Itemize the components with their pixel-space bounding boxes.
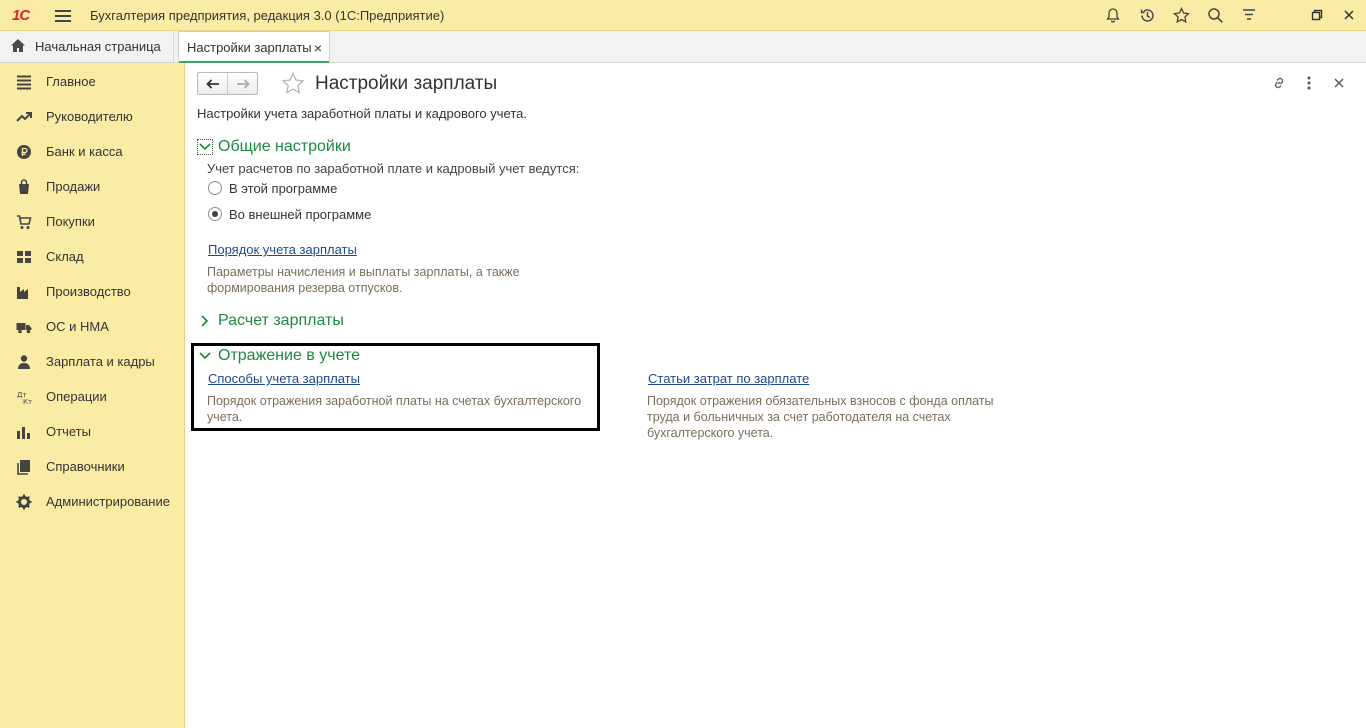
svg-text:Кт: Кт bbox=[23, 398, 32, 405]
tab-home[interactable]: Начальная страница bbox=[0, 31, 174, 62]
sidebar-item-sales[interactable]: Продажи bbox=[0, 169, 184, 204]
home-icon bbox=[10, 38, 26, 56]
accounting-mode-question: Учет расчетов по заработной плате и кадр… bbox=[207, 161, 580, 176]
sidebar-item-fixed-assets[interactable]: ОС и НМА bbox=[0, 309, 184, 344]
link-icon[interactable] bbox=[1270, 74, 1288, 92]
star-icon[interactable] bbox=[1171, 5, 1191, 25]
close-form-icon[interactable] bbox=[1330, 74, 1348, 92]
sidebar-item-label: ОС и НМА bbox=[46, 319, 109, 334]
sidebar-item-references[interactable]: Справочники bbox=[0, 449, 184, 484]
sidebar-item-main[interactable]: Главное bbox=[0, 64, 184, 99]
person-icon bbox=[16, 354, 32, 370]
desc-line: формирования резерва отпусков. bbox=[207, 281, 403, 295]
sidebar-item-administration[interactable]: Администрирование bbox=[0, 484, 184, 519]
bell-icon[interactable] bbox=[1103, 5, 1123, 25]
desc-line: Порядок отражения обязательных взносов с… bbox=[647, 394, 994, 408]
tab-active-label: Настройки зарплаты bbox=[187, 40, 312, 55]
cart-icon bbox=[16, 214, 32, 230]
radio-external-program-label[interactable]: Во внешней программе bbox=[229, 207, 371, 222]
app-logo: 1С bbox=[12, 7, 30, 24]
sidebar-item-label: Продажи bbox=[46, 179, 101, 194]
search-icon[interactable] bbox=[1205, 5, 1225, 25]
sidebar-item-label: Руководителю bbox=[46, 109, 133, 124]
more-actions-icon[interactable] bbox=[1300, 74, 1318, 92]
section-payroll-header[interactable]: Расчет зарплаты bbox=[197, 310, 344, 332]
factory-icon bbox=[16, 284, 32, 300]
tab-salary-settings[interactable]: Настройки зарплаты × bbox=[178, 31, 330, 63]
section-accounting-header[interactable]: Отражение в учете bbox=[197, 345, 360, 367]
sidebar-item-salary-hr[interactable]: Зарплата и кадры bbox=[0, 344, 184, 379]
gear-icon bbox=[16, 494, 32, 510]
chevron-right-icon bbox=[197, 313, 213, 329]
ruble-coin-icon bbox=[16, 144, 32, 160]
desc-line: учета. bbox=[207, 410, 243, 424]
desc-line: бухгалтерского учета. bbox=[647, 426, 774, 440]
trend-icon bbox=[16, 109, 32, 125]
sidebar-item-manager[interactable]: Руководителю bbox=[0, 99, 184, 134]
forward-button[interactable] bbox=[227, 73, 257, 94]
section-general-header[interactable]: Общие настройки bbox=[197, 136, 351, 158]
sidebar-item-production[interactable]: Производство bbox=[0, 274, 184, 309]
page-title: Настройки зарплаты bbox=[315, 73, 498, 94]
desc-line: Порядок отражения заработной платы на сч… bbox=[207, 394, 582, 408]
app-title: Бухгалтерия предприятия, редакция 3.0 (1… bbox=[90, 8, 445, 23]
sidebar-item-label: Банк и касса bbox=[46, 144, 123, 159]
radio-external-program[interactable] bbox=[208, 207, 222, 221]
menu-lines-icon bbox=[16, 74, 32, 90]
restore-window-icon[interactable] bbox=[1307, 5, 1327, 25]
debit-credit-icon: Дт Кт bbox=[16, 389, 32, 406]
back-button[interactable] bbox=[198, 73, 227, 94]
salary-accounting-methods-link[interactable]: Способы учета зарплаты bbox=[208, 371, 360, 386]
desc-line: труда и больничных за счет работодателя … bbox=[647, 410, 951, 424]
sidebar-item-purchases[interactable]: Покупки bbox=[0, 204, 184, 239]
sidebar-item-label: Зарплата и кадры bbox=[46, 354, 155, 369]
truck-icon bbox=[16, 319, 32, 335]
salary-accounting-order-desc: Параметры начисления и выплаты зарплаты,… bbox=[207, 264, 520, 296]
close-tab-icon[interactable]: × bbox=[314, 40, 322, 56]
title-bar: 1С Бухгалтерия предприятия, редакция 3.0… bbox=[0, 0, 1366, 31]
sidebar-item-label: Отчеты bbox=[46, 424, 91, 439]
sidebar-item-label: Операции bbox=[46, 389, 107, 404]
chevron-down-icon bbox=[197, 139, 213, 155]
sidebar-item-label: Администрирование bbox=[46, 494, 170, 509]
main-menu-icon[interactable] bbox=[55, 7, 71, 23]
sidebar-item-label: Покупки bbox=[46, 214, 95, 229]
radio-this-program-label[interactable]: В этой программе bbox=[229, 181, 337, 196]
section-general-title: Общие настройки bbox=[218, 138, 351, 155]
arrow-right-icon bbox=[236, 78, 250, 89]
nav-buttons bbox=[197, 72, 258, 95]
history-icon[interactable] bbox=[1137, 5, 1157, 25]
favorite-star-icon[interactable] bbox=[281, 71, 305, 94]
salary-accounting-order-link[interactable]: Порядок учета зарплаты bbox=[208, 242, 357, 257]
books-icon bbox=[16, 459, 32, 475]
salary-cost-items-link[interactable]: Статьи затрат по зарплате bbox=[648, 371, 809, 386]
sidebar-item-label: Справочники bbox=[46, 459, 125, 474]
sidebar-item-reports[interactable]: Отчеты bbox=[0, 414, 184, 449]
section-accounting-title: Отражение в учете bbox=[218, 347, 360, 364]
bar-chart-icon bbox=[16, 424, 32, 440]
sidebar: Главное Руководителю Банк и касса Продаж… bbox=[0, 63, 185, 728]
warehouse-grid-icon bbox=[16, 249, 32, 265]
tab-home-label: Начальная страница bbox=[35, 39, 161, 54]
settings-icon[interactable] bbox=[1239, 5, 1259, 25]
main-content: Настройки зарплаты Настройки учета зараб… bbox=[185, 63, 1366, 728]
close-window-icon[interactable] bbox=[1339, 5, 1359, 25]
sidebar-item-bank[interactable]: Банк и касса bbox=[0, 134, 184, 169]
page-description: Настройки учета заработной платы и кадро… bbox=[197, 106, 527, 121]
section-payroll-title: Расчет зарплаты bbox=[218, 312, 344, 329]
arrow-left-icon bbox=[205, 78, 219, 89]
sidebar-item-warehouse[interactable]: Склад bbox=[0, 239, 184, 274]
sidebar-item-label: Главное bbox=[46, 74, 96, 89]
sidebar-item-label: Склад bbox=[46, 249, 84, 264]
tab-bar: Начальная страница Настройки зарплаты × bbox=[0, 31, 1366, 63]
chevron-down-icon bbox=[197, 348, 213, 364]
sidebar-item-label: Производство bbox=[46, 284, 131, 299]
radio-this-program[interactable] bbox=[208, 181, 222, 195]
sidebar-item-operations[interactable]: Дт Кт Операции bbox=[0, 379, 184, 414]
shopping-bag-icon bbox=[16, 179, 32, 195]
salary-cost-items-desc: Порядок отражения обязательных взносов с… bbox=[647, 393, 994, 441]
desc-line: Параметры начисления и выплаты зарплаты,… bbox=[207, 265, 520, 279]
salary-accounting-methods-desc: Порядок отражения заработной платы на сч… bbox=[207, 393, 581, 425]
